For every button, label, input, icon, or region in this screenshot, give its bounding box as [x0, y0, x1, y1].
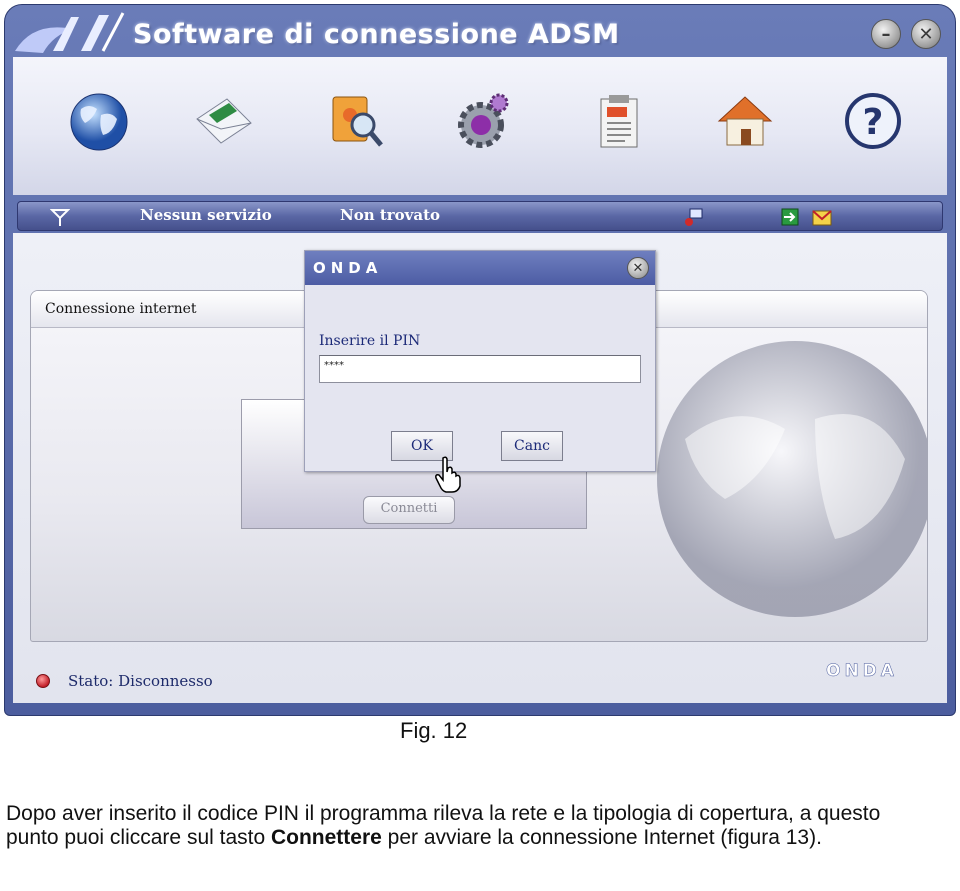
- paragraph-text-after: per avviare la connessione Internet (fig…: [381, 826, 822, 849]
- mail-icon: [196, 98, 252, 144]
- onda-dialog-logo: ONDA: [313, 259, 382, 277]
- connection-status-text: Stato: Disconnesso: [68, 672, 213, 690]
- connect-button[interactable]: Connetti: [363, 496, 455, 524]
- svg-text:?: ?: [863, 102, 884, 143]
- window-title: Software di connessione ADSM: [133, 19, 620, 50]
- onda-logo: ONDA: [826, 661, 898, 680]
- pin-dialog-title-bar[interactable]: ONDA ✕: [305, 251, 655, 285]
- toolbar-contacts-button[interactable]: [321, 87, 389, 155]
- settings-gear-icon: [458, 93, 509, 148]
- status-indicator-icon: [36, 674, 50, 688]
- help-icon: ?: [845, 93, 901, 149]
- onda-swoosh-logo: [15, 12, 125, 53]
- onda-dialog-logo-text: ONDA: [313, 259, 382, 277]
- main-toolbar: ?: [13, 57, 947, 195]
- home-icon: [717, 96, 773, 146]
- connection-tab-title: Connessione internet: [45, 301, 197, 317]
- minimize-button[interactable]: –: [871, 19, 901, 49]
- connect-arrow-icon[interactable]: [780, 207, 800, 227]
- hand-cursor-icon: [435, 456, 461, 493]
- onda-logo-text: ONDA: [826, 661, 898, 680]
- globe-icon: [70, 93, 128, 151]
- network-status-label: Non trovato: [340, 206, 441, 224]
- toolbar-log-button[interactable]: [585, 87, 653, 155]
- globe-watermark-icon: [657, 341, 927, 617]
- toolbar-internet-button[interactable]: [65, 87, 133, 155]
- instruction-paragraph: Dopo aver inserito il codice PIN il prog…: [6, 802, 926, 850]
- title-bar[interactable]: Software di connessione ADSM – ✕: [5, 5, 955, 57]
- network-computer-icon[interactable]: [684, 207, 704, 227]
- clipboard-icon: [600, 95, 638, 148]
- pin-dialog-close-button[interactable]: ✕: [627, 257, 649, 279]
- pin-label: Inserire il PIN: [319, 333, 421, 349]
- close-icon: ✕: [632, 260, 644, 276]
- service-status-label: Nessun servizio: [140, 206, 272, 224]
- status-bar: Nessun servizio Non trovato: [17, 201, 943, 231]
- close-window-button[interactable]: ✕: [911, 19, 941, 49]
- pin-input[interactable]: ****: [319, 355, 641, 383]
- paragraph-bold-connettere: Connettere: [270, 826, 382, 849]
- cancel-button[interactable]: Canc: [501, 431, 563, 461]
- address-book-icon: [332, 96, 383, 147]
- figure-caption: Fig. 12: [400, 718, 468, 743]
- toolbar-help-button[interactable]: ?: [839, 87, 907, 155]
- pin-dialog: ONDA ✕ Inserire il PIN **** OK Canc: [304, 250, 656, 472]
- sms-envelope-icon[interactable]: [812, 207, 832, 227]
- toolbar-settings-button[interactable]: [449, 87, 517, 155]
- close-icon: ✕: [918, 23, 934, 45]
- minimize-icon: –: [881, 23, 891, 45]
- antenna-icon: [50, 209, 70, 226]
- toolbar-home-button[interactable]: [711, 87, 779, 155]
- toolbar-mail-button[interactable]: [189, 87, 257, 155]
